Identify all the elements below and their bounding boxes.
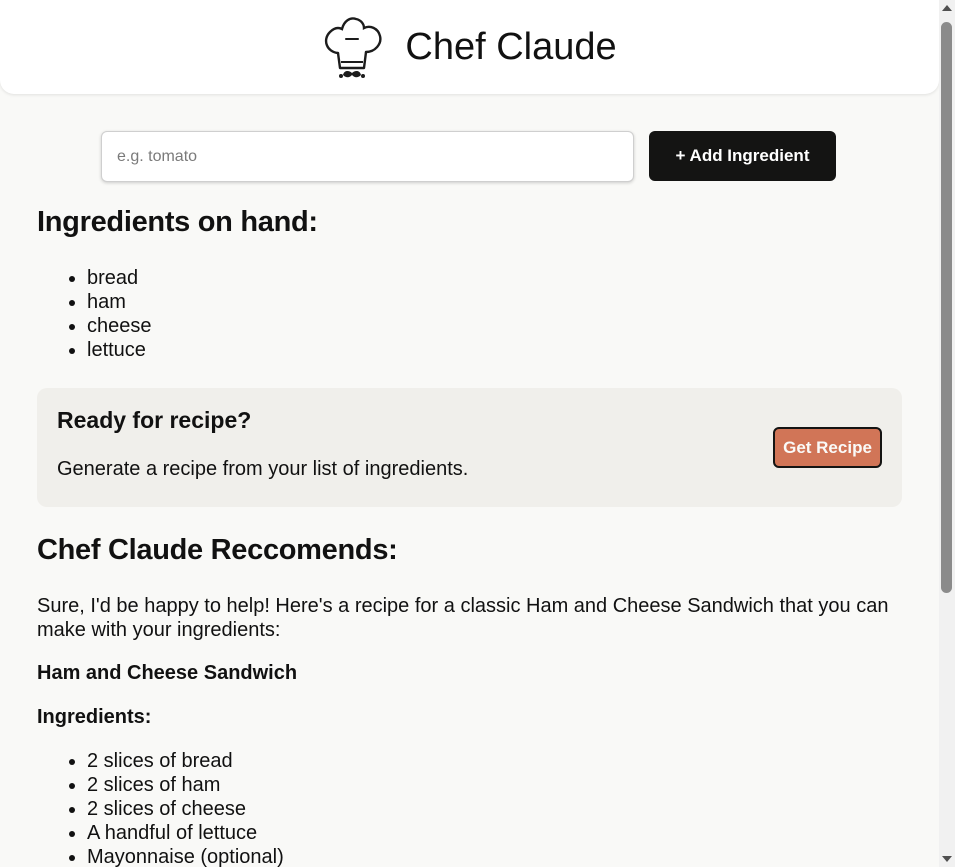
recommendation-heading: Chef Claude Reccomends: bbox=[37, 534, 398, 566]
ingredient-input[interactable] bbox=[101, 131, 634, 182]
recipe-ingredient-item: 2 slices of cheese bbox=[87, 797, 284, 821]
app-header: Chef Claude bbox=[0, 0, 939, 94]
get-recipe-description: Generate a recipe from your list of ingr… bbox=[57, 458, 469, 480]
recipe-ingredient-item: Mayonnaise (optional) bbox=[87, 845, 284, 867]
ingredient-item: bread bbox=[87, 266, 152, 290]
recipe-ingredient-item: A handful of lettuce bbox=[87, 821, 284, 845]
scroll-up-arrow-icon[interactable] bbox=[942, 5, 952, 11]
app-page: Chef Claude + Add Ingredient Ingredients… bbox=[0, 0, 955, 867]
vertical-scrollbar[interactable] bbox=[939, 0, 955, 867]
ingredient-list: bread ham cheese lettuce bbox=[37, 266, 152, 362]
get-recipe-heading: Ready for recipe? bbox=[57, 407, 252, 433]
recipe-ingredient-item: 2 slices of bread bbox=[87, 749, 284, 773]
ingredient-item: ham bbox=[87, 290, 152, 314]
ingredient-item: lettuce bbox=[87, 338, 152, 362]
recipe-ingredients-label: Ingredients: bbox=[37, 706, 152, 728]
get-recipe-button[interactable]: Get Recipe bbox=[773, 427, 882, 468]
ingredients-heading: Ingredients on hand: bbox=[37, 206, 318, 238]
chef-hat-mustache-icon bbox=[325, 16, 382, 78]
recipe-ingredient-list: 2 slices of bread 2 slices of ham 2 slic… bbox=[37, 749, 284, 867]
add-ingredient-form: + Add Ingredient bbox=[101, 131, 836, 182]
recipe-name: Ham and Cheese Sandwich bbox=[37, 662, 298, 684]
add-ingredient-button[interactable]: + Add Ingredient bbox=[649, 131, 836, 181]
ingredient-item: cheese bbox=[87, 314, 152, 338]
recipe-ingredient-item: 2 slices of ham bbox=[87, 773, 284, 797]
scroll-down-arrow-icon[interactable] bbox=[942, 856, 952, 862]
recipe-intro: Sure, I'd be happy to help! Here's a rec… bbox=[37, 595, 889, 641]
app-title: Chef Claude bbox=[405, 25, 617, 68]
scrollbar-thumb[interactable] bbox=[941, 22, 952, 593]
get-recipe-card: Ready for recipe? Generate a recipe from… bbox=[37, 388, 902, 507]
